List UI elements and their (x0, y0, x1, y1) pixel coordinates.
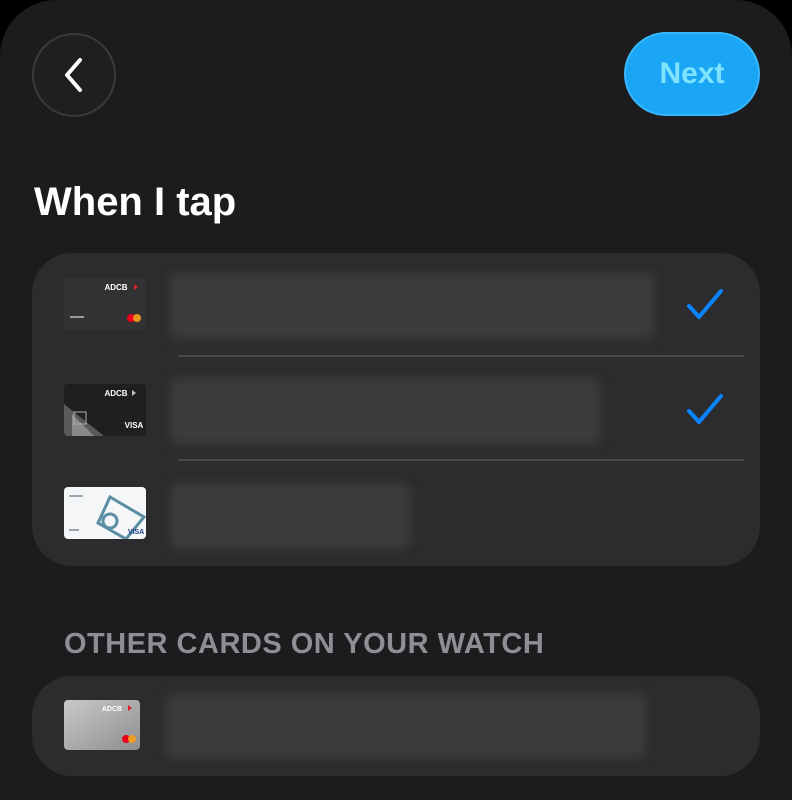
checkmark-icon (687, 394, 723, 424)
card-name-redacted (170, 483, 410, 549)
screen: Next When I tap ADCB ADCB VISA VISA OTHE… (0, 0, 792, 800)
card-brand-text: ADCB (104, 283, 127, 292)
card-row-adcb-visa[interactable]: ADCB VISA (32, 358, 760, 461)
adcb-card-thumbnail: ADCB (64, 278, 146, 330)
card-network-text: VISA (128, 529, 144, 536)
card-row-adcb-mastercard[interactable]: ADCB (32, 253, 760, 356)
divider (178, 459, 744, 461)
other-cards-section-header: OTHER CARDS ON YOUR WATCH (64, 628, 545, 660)
page-title: When I tap (34, 180, 237, 224)
adcb-card-thumbnail: ADCB VISA (64, 384, 146, 436)
card-brand-text: ADCB (102, 706, 122, 713)
adcb-card-thumbnail: ADCB (64, 700, 140, 750)
next-button[interactable]: Next (624, 32, 760, 116)
other-cards-list: ADCB (32, 676, 760, 776)
card-name-redacted (166, 694, 646, 758)
chevron-left-icon (65, 58, 82, 92)
back-button[interactable] (32, 33, 116, 117)
card-brand-text: ADCB (104, 389, 127, 398)
card-network-text: VISA (125, 421, 144, 430)
card-row-adcb-silver[interactable]: ADCB (32, 676, 760, 776)
card-row-visa-white[interactable]: VISA (32, 463, 760, 566)
checkmark-icon (687, 289, 723, 319)
tap-cards-list: ADCB ADCB VISA VISA (32, 253, 760, 566)
card-name-redacted (170, 273, 654, 339)
visa-card-thumbnail: VISA (64, 487, 146, 539)
divider (178, 355, 744, 357)
card-name-redacted (170, 378, 600, 444)
